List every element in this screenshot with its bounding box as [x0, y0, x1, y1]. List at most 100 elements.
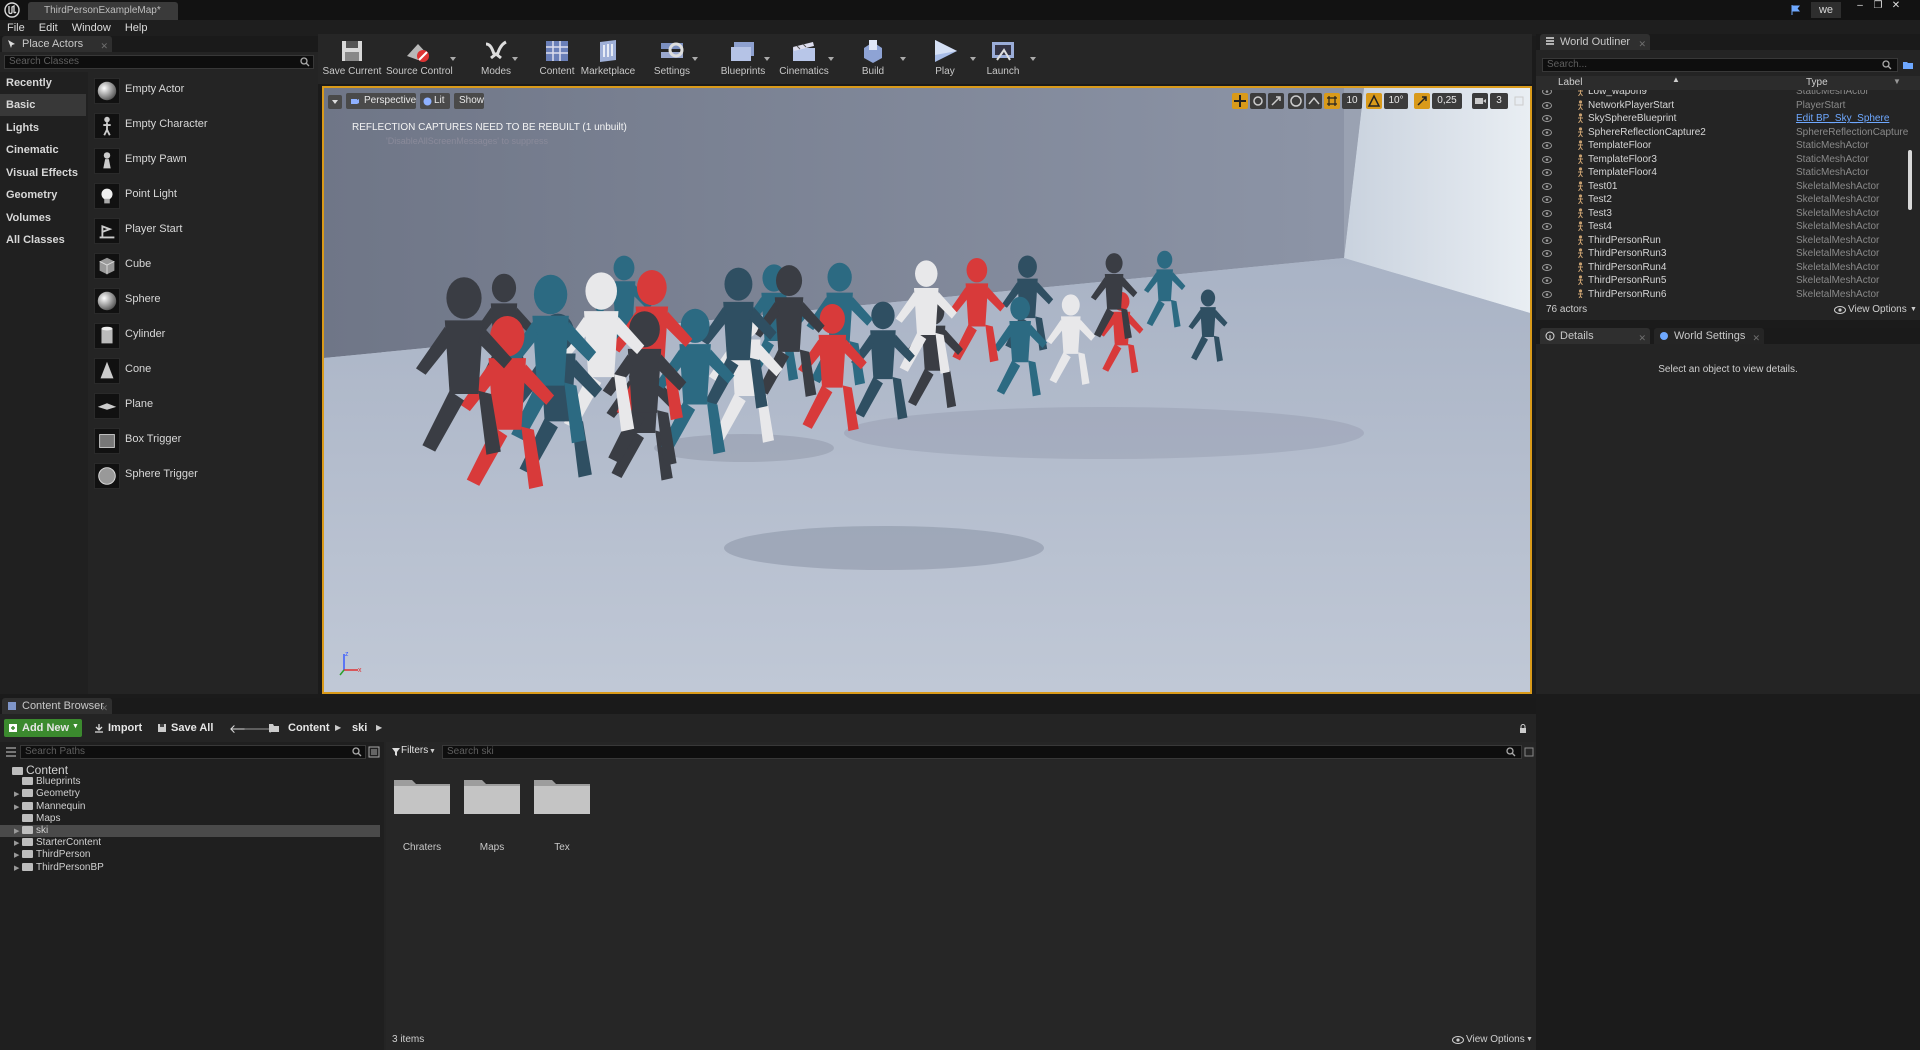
level-viewport[interactable]: Perspective Lit Show 10 10° 0,25 3 REFLE…: [322, 86, 1532, 694]
import-button[interactable]: Import: [102, 719, 148, 737]
chevron-down-icon[interactable]: [512, 57, 518, 61]
category-volumes[interactable]: Volumes: [0, 207, 86, 229]
tab-content-browser[interactable]: Content Browser ✕: [2, 698, 112, 714]
scene-render[interactable]: [324, 88, 1530, 692]
rotate-gizmo-icon[interactable]: [1250, 93, 1266, 109]
category-visual-effects[interactable]: Visual Effects: [0, 162, 86, 184]
tab-details[interactable]: Details ✕: [1540, 328, 1650, 344]
chevron-down-icon[interactable]: [450, 57, 456, 61]
search-icon[interactable]: [1882, 60, 1892, 70]
eye-icon[interactable]: [1542, 236, 1552, 244]
save-current-button[interactable]: Save Current: [322, 34, 382, 82]
settings-button[interactable]: Settings: [650, 34, 694, 82]
chevron-down-icon[interactable]: [970, 57, 976, 61]
play-button[interactable]: Play: [924, 34, 966, 82]
add-folder-icon[interactable]: [1902, 59, 1914, 71]
outliner-row[interactable]: NetworkPlayerStart PlayerStart: [1536, 99, 1896, 112]
source-control-button[interactable]: Source Control: [386, 34, 453, 82]
tree-item[interactable]: ▶ ThirdPersonBP: [0, 862, 380, 874]
grid-snap-value[interactable]: 10: [1342, 93, 1362, 109]
grid-snap-icon[interactable]: [1324, 93, 1340, 109]
eye-icon[interactable]: [1542, 250, 1552, 257]
menu-edit[interactable]: Edit: [32, 20, 65, 36]
type-column-header[interactable]: Type: [1806, 77, 1828, 88]
category-geometry[interactable]: Geometry: [0, 184, 86, 206]
actor-cylinder[interactable]: Cylinder: [94, 318, 314, 352]
launch-button[interactable]: Launch: [982, 34, 1024, 82]
eye-icon[interactable]: [1542, 196, 1552, 203]
actor-empty-actor[interactable]: Empty Actor: [94, 73, 314, 107]
expand-arrow-icon[interactable]: ▶: [14, 838, 22, 850]
save-search-icon[interactable]: [1524, 747, 1534, 757]
outliner-row[interactable]: Test2 SkeletalMeshActor: [1536, 193, 1896, 206]
eye-icon[interactable]: [1542, 155, 1552, 163]
lock-icon[interactable]: [1518, 724, 1528, 734]
list-view-icon[interactable]: [368, 746, 380, 758]
outliner-row-type[interactable]: Edit BP_Sky_Sphere: [1796, 112, 1889, 125]
tree-item[interactable]: ▶ ThirdPerson: [0, 849, 380, 861]
eye-icon[interactable]: [1542, 115, 1552, 122]
outliner-row[interactable]: SkySphereBlueprint Edit BP_Sky_Sphere: [1536, 112, 1896, 125]
tab-place-actors[interactable]: Place Actors ✕: [2, 36, 112, 52]
search-paths-input[interactable]: Search Paths: [20, 745, 366, 759]
expand-arrow-icon[interactable]: ▶: [14, 789, 22, 801]
show-button[interactable]: Show: [454, 93, 484, 109]
document-tab[interactable]: ThirdPersonExampleMap*: [28, 2, 178, 20]
tree-item[interactable]: Maps: [0, 813, 380, 825]
outliner-scrollbar[interactable]: [1908, 150, 1912, 210]
unreal-logo-icon[interactable]: [4, 2, 20, 18]
actor-cube[interactable]: Cube: [94, 248, 314, 282]
chevron-down-icon[interactable]: ▼: [1910, 306, 1917, 313]
category-all-classes[interactable]: All Classes: [0, 229, 86, 251]
search-classes-input[interactable]: Search Classes: [4, 55, 314, 69]
chevron-down-icon[interactable]: [828, 57, 834, 61]
rotation-snap-icon[interactable]: [1366, 93, 1382, 109]
actor-sphere-trigger[interactable]: Sphere Trigger: [94, 458, 314, 492]
filters-button[interactable]: Filters: [401, 745, 428, 756]
outliner-row[interactable]: ThirdPersonRun5 SkeletalMeshActor: [1536, 274, 1896, 287]
content-view-options[interactable]: View Options: [1466, 1034, 1525, 1045]
expand-arrow-icon[interactable]: ▶: [14, 850, 22, 862]
outliner-view-options[interactable]: View Options: [1848, 304, 1907, 315]
chevron-down-icon[interactable]: [900, 57, 906, 61]
actor-point-light[interactable]: Point Light: [94, 178, 314, 212]
search-icon[interactable]: [352, 747, 362, 757]
close-button[interactable]: ✕: [1888, 0, 1904, 12]
tree-item[interactable]: ▶ StarterContent: [0, 837, 380, 849]
actor-cone[interactable]: Cone: [94, 353, 314, 387]
chevron-down-icon[interactable]: ▼: [429, 748, 436, 755]
eye-icon[interactable]: [1542, 101, 1552, 109]
minimize-button[interactable]: –: [1852, 0, 1868, 12]
search-icon[interactable]: [1506, 747, 1516, 757]
path-content[interactable]: Content: [282, 719, 336, 737]
translate-gizmo-icon[interactable]: [1232, 93, 1248, 109]
scale-snap-value[interactable]: 0,25: [1432, 93, 1462, 109]
build-button[interactable]: Build: [852, 34, 894, 82]
notification-flag-icon[interactable]: [1790, 4, 1802, 16]
eye-icon[interactable]: [1542, 209, 1552, 217]
maximize-viewport-icon[interactable]: [1514, 96, 1524, 106]
outliner-row[interactable]: Test01 SkeletalMeshActor: [1536, 180, 1896, 193]
viewport-options-icon[interactable]: [328, 95, 342, 109]
outliner-row[interactable]: Low_wapon9 StaticMeshActor: [1536, 90, 1896, 98]
camera-speed-icon[interactable]: [1472, 93, 1488, 109]
actor-empty-character[interactable]: Empty Character: [94, 108, 314, 142]
category-lights[interactable]: Lights: [0, 117, 86, 139]
expand-arrow-icon[interactable]: ▶: [14, 802, 22, 814]
content-button[interactable]: Content: [536, 34, 578, 82]
folder-tile[interactable]: Maps: [461, 774, 523, 860]
outliner-row[interactable]: Test3 SkeletalMeshActor: [1536, 207, 1896, 220]
scale-snap-icon[interactable]: [1414, 93, 1430, 109]
tree-item[interactable]: ▶ Mannequin: [0, 801, 380, 813]
eye-icon[interactable]: [1542, 142, 1552, 149]
save-all-button[interactable]: Save All: [165, 719, 219, 737]
chevron-down-icon[interactable]: ▼: [1893, 77, 1901, 86]
path-separator-icon[interactable]: ▶: [335, 723, 341, 732]
camera-speed-value[interactable]: 3: [1490, 93, 1508, 109]
expand-arrow-icon[interactable]: ▶: [14, 826, 22, 838]
outliner-row[interactable]: ThirdPersonRun4 SkeletalMeshActor: [1536, 261, 1896, 274]
outliner-row[interactable]: SphereReflectionCapture2 SphereReflection…: [1536, 126, 1908, 139]
outliner-row[interactable]: TemplateFloor4 StaticMeshActor: [1536, 166, 1896, 179]
actor-empty-pawn[interactable]: Empty Pawn: [94, 143, 314, 177]
outliner-row[interactable]: ThirdPersonRun3 SkeletalMeshActor: [1536, 247, 1896, 260]
